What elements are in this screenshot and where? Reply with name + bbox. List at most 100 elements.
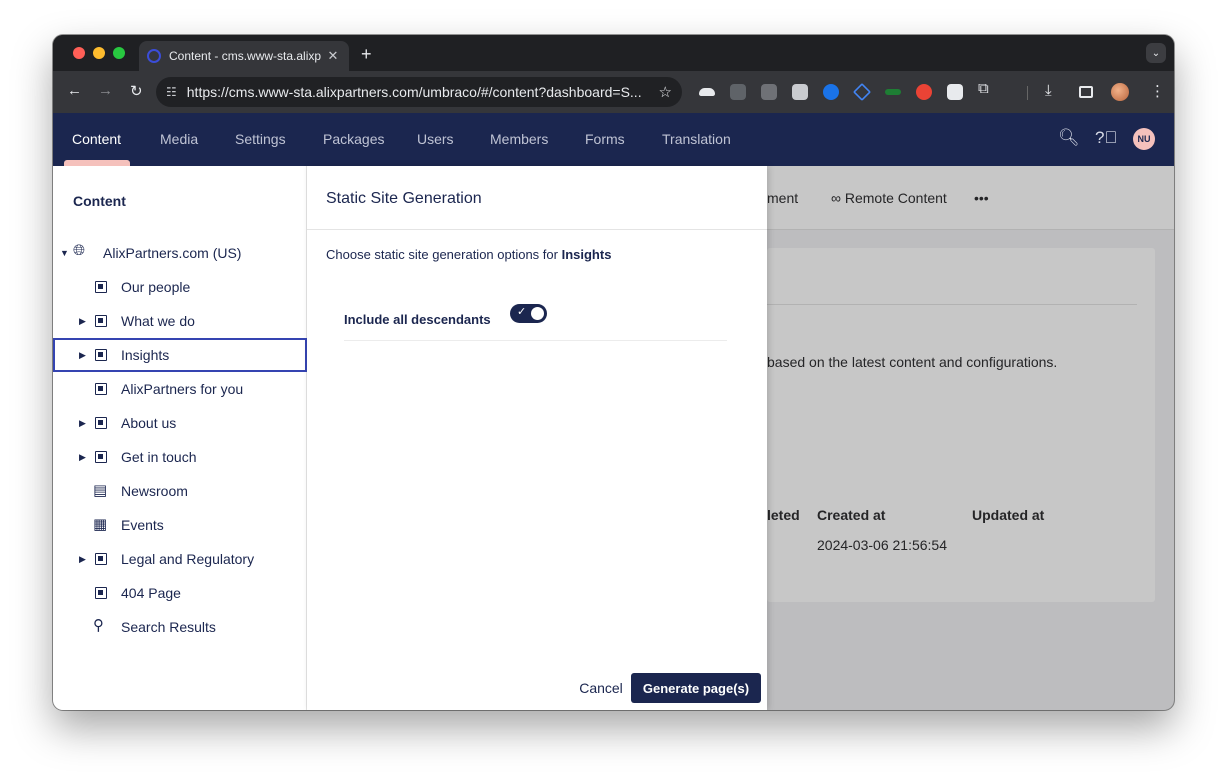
blue-extension-icon[interactable] xyxy=(823,84,839,100)
more-menu-icon[interactable]: ⋮ xyxy=(1150,82,1165,100)
tree-item-label: What we do xyxy=(121,313,195,329)
nav-packages[interactable]: Packages xyxy=(323,131,384,147)
side-panel-icon[interactable] xyxy=(1079,86,1093,98)
back-icon[interactable]: ← xyxy=(67,82,82,99)
browser-tab[interactable]: Content - cms.www-sta.alixp ✕ xyxy=(139,41,349,71)
new-tab-icon[interactable]: + xyxy=(361,44,372,65)
site-settings-icon[interactable]: ☷ xyxy=(166,85,177,99)
include-descendants-label: Include all descendants xyxy=(344,312,491,327)
nav-settings[interactable]: Settings xyxy=(235,131,286,147)
page-icon xyxy=(95,417,107,429)
address-bar[interactable]: ☷ https://cms.www-sta.alixpartners.com/u… xyxy=(156,77,682,107)
content-tree: Content ▼ 🌐︎ AlixPartners.com (US) Our p… xyxy=(53,166,307,710)
globe-icon: 🌐︎ xyxy=(73,242,86,259)
nav-forms[interactable]: Forms xyxy=(585,131,625,147)
download-icon[interactable]: ⤓ xyxy=(1045,82,1052,99)
content-area: ment ∞ Remote Content ••• based on the l… xyxy=(53,166,1174,710)
page-icon xyxy=(95,383,107,395)
include-descendants-toggle[interactable]: ✓ xyxy=(510,304,547,323)
drive-extension-icon[interactable] xyxy=(852,82,872,102)
dialog-description: Choose static site generation options fo… xyxy=(326,247,611,262)
forward-icon[interactable]: → xyxy=(98,82,113,99)
tree-item-legal-and-regulatory[interactable]: ▶ Legal and Regulatory xyxy=(53,542,307,576)
cancel-button[interactable]: Cancel xyxy=(563,673,639,703)
calendar-icon: ▦ xyxy=(93,516,108,533)
user-avatar[interactable]: NU xyxy=(1133,128,1155,150)
tree-item-search-results[interactable]: ⚲ Search Results xyxy=(53,610,307,644)
extensions-icon[interactable]: ⧉ xyxy=(978,80,989,97)
nav-translation[interactable]: Translation xyxy=(662,131,731,147)
tree-item-label: Insights xyxy=(121,347,170,363)
url-text: https://cms.www-sta.alixpartners.com/umb… xyxy=(186,84,642,100)
dialog-description-text: Choose static site generation options fo… xyxy=(326,247,562,262)
tree-item-insights[interactable]: ▶ Insights xyxy=(53,338,307,372)
puzzle-extension-icon[interactable] xyxy=(730,84,746,100)
tree-item-alixpartners-for-you[interactable]: AlixPartners for you xyxy=(53,372,307,406)
tab-title: Content - cms.www-sta.alixp xyxy=(169,49,322,63)
tree-item-what-we-do[interactable]: ▶ What we do xyxy=(53,304,307,338)
nav-media[interactable]: Media xyxy=(160,131,198,147)
expand-caret-icon[interactable]: ▶ xyxy=(79,350,86,361)
check-icon: ✓ xyxy=(517,306,527,318)
nav-members[interactable]: Members xyxy=(490,131,548,147)
tab-search-icon[interactable]: ⌄ xyxy=(1146,43,1166,63)
toolbar-separator xyxy=(1027,86,1028,100)
static-site-generation-dialog: Static Site Generation Choose static sit… xyxy=(307,166,767,710)
expand-caret-icon[interactable]: ▶ xyxy=(79,452,86,463)
page-icon xyxy=(95,315,107,327)
page-icon xyxy=(95,553,107,565)
tree-item-label: Our people xyxy=(121,279,191,295)
tree-item-404-page[interactable]: 404 Page xyxy=(53,576,307,610)
expand-caret-icon[interactable]: ▶ xyxy=(79,554,86,565)
tree-item-get-in-touch[interactable]: ▶ Get in touch xyxy=(53,440,307,474)
newsroom-icon: ▤ xyxy=(93,482,108,499)
tree-item-label: About us xyxy=(121,415,177,431)
green-extension-icon[interactable] xyxy=(885,89,901,95)
dialog-header: Static Site Generation xyxy=(307,166,767,230)
generate-pages-button[interactable]: Generate page(s) xyxy=(631,673,761,703)
search-icon: ⚲ xyxy=(93,617,104,634)
umbraco-favicon-icon xyxy=(147,49,161,63)
toggle-knob xyxy=(531,307,544,320)
toggle-divider xyxy=(344,340,727,341)
profile-avatar[interactable] xyxy=(1111,83,1129,101)
tree-item-our-people[interactable]: Our people xyxy=(53,270,307,304)
bookmark-star-icon[interactable]: ☆ xyxy=(659,83,672,101)
cloud-extension-icon[interactable] xyxy=(699,88,715,96)
reload-icon[interactable]: ↻ xyxy=(130,82,143,100)
tree-title: Content xyxy=(73,193,126,209)
expand-caret-icon[interactable]: ▼ xyxy=(60,248,69,258)
browser-toolbar: ← → ↻ ☷ https://cms.www-sta.alixpartners… xyxy=(53,71,1174,113)
tree-item-newsroom[interactable]: ▤ Newsroom xyxy=(53,474,307,508)
close-window-button[interactable] xyxy=(73,47,85,59)
nav-users[interactable]: Users xyxy=(417,131,454,147)
expand-caret-icon[interactable]: ▶ xyxy=(79,418,86,429)
dialog-title: Static Site Generation xyxy=(326,190,482,207)
search-icon[interactable]: 🔍︎ xyxy=(1058,128,1080,148)
maximize-window-button[interactable] xyxy=(113,47,125,59)
tree-root[interactable]: ▼ 🌐︎ AlixPartners.com (US) xyxy=(53,236,307,270)
page-icon xyxy=(95,587,107,599)
tree-item-about-us[interactable]: ▶ About us xyxy=(53,406,307,440)
tree-item-events[interactable]: ▦ Events xyxy=(53,508,307,542)
help-icon[interactable]: ?⃝ xyxy=(1095,128,1117,148)
page-icon xyxy=(95,349,107,361)
page-icon xyxy=(95,451,107,463)
tree-root-label: AlixPartners.com (US) xyxy=(103,245,242,261)
shield-extension-icon[interactable] xyxy=(947,84,963,100)
expand-caret-icon[interactable]: ▶ xyxy=(79,316,86,327)
tab-strip: Content - cms.www-sta.alixp ✕ + ⌄ xyxy=(53,35,1174,71)
page-icon xyxy=(95,281,107,293)
tree-item-label: AlixPartners for you xyxy=(121,381,244,397)
app-header: Content Media Settings Packages Users Me… xyxy=(53,113,1174,166)
close-tab-icon[interactable]: ✕ xyxy=(325,48,341,64)
tree-item-label: Legal and Regulatory xyxy=(121,551,255,567)
tree-item-label: Search Results xyxy=(121,619,216,635)
camera-extension-icon[interactable] xyxy=(792,84,808,100)
grid-extension-icon[interactable] xyxy=(761,84,777,100)
tree-item-label: Get in touch xyxy=(121,449,197,465)
red-extension-icon[interactable] xyxy=(916,84,932,100)
minimize-window-button[interactable] xyxy=(93,47,105,59)
nav-content[interactable]: Content xyxy=(72,131,121,147)
browser-window: Content - cms.www-sta.alixp ✕ + ⌄ ← → ↻ … xyxy=(53,35,1174,710)
